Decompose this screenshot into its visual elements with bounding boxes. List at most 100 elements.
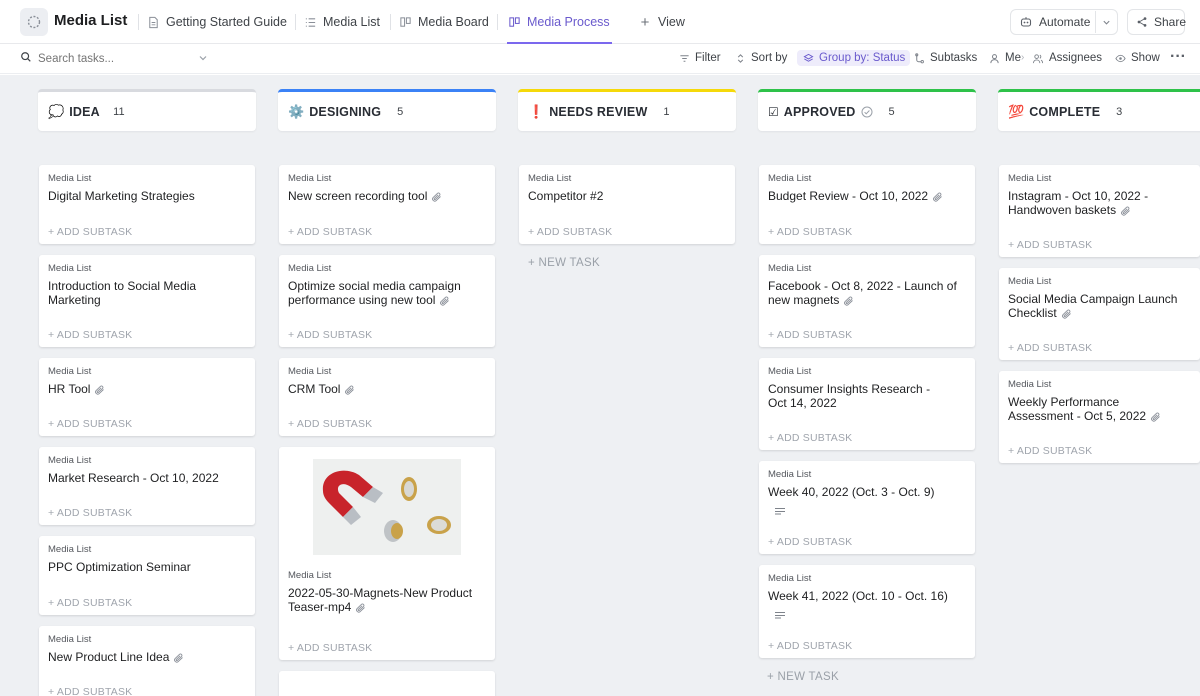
column-header-idea[interactable]: 💭 IDEA 11 <box>38 89 256 131</box>
task-card[interactable]: Media List Market Research - Oct 10, 202… <box>39 447 255 525</box>
task-card[interactable]: Media List Week 41, 2022 (Oct. 10 - Oct.… <box>759 565 975 658</box>
task-card[interactable]: Media List Digital Marketing Strategies … <box>39 165 255 244</box>
task-card[interactable]: Media List CRM Tool + ADD SUBTASK <box>279 358 495 436</box>
search-input[interactable] <box>38 52 188 65</box>
task-card[interactable]: Media List Social Media Campaign Launch … <box>999 268 1200 360</box>
card-list-label: Media List <box>288 366 332 377</box>
card-title-text: Optimize social media campaign performan… <box>288 279 461 307</box>
search-box[interactable] <box>20 51 208 66</box>
task-card[interactable]: Media List Budget Review - Oct 10, 2022 … <box>759 165 975 244</box>
workspace-icon[interactable] <box>20 8 48 36</box>
share-label: Share <box>1154 15 1187 29</box>
assignees-button[interactable]: Assignees <box>1032 52 1102 64</box>
column-name: COMPLETE <box>1029 104 1101 119</box>
add-subtask-button[interactable]: + ADD SUBTASK <box>1008 239 1092 251</box>
add-subtask-button[interactable]: + ADD SUBTASK <box>768 329 852 341</box>
filter-label: Filter <box>695 52 721 64</box>
card-title-text: New screen recording tool <box>288 189 428 203</box>
add-subtask-button[interactable]: + ADD SUBTASK <box>48 329 132 341</box>
add-subtask-button[interactable]: + ADD SUBTASK <box>528 226 612 238</box>
add-subtask-button[interactable]: + ADD SUBTASK <box>768 536 852 548</box>
attachment-icon <box>432 192 442 202</box>
add-subtask-button[interactable]: + ADD SUBTASK <box>48 507 132 519</box>
new-task-button[interactable]: + NEW TASK <box>528 257 600 269</box>
task-card[interactable]: Media List New screen recording tool + A… <box>279 165 495 244</box>
task-card[interactable]: Media List New Product Line Idea + ADD S… <box>39 626 255 696</box>
sort-label: Sort by <box>751 52 788 64</box>
card-list-label: Media List <box>288 570 332 581</box>
card-title: Optimize social media campaign performan… <box>288 279 486 307</box>
add-subtask-button[interactable]: + ADD SUBTASK <box>768 640 852 652</box>
add-view-button[interactable]: + View <box>638 0 685 44</box>
add-subtask-button[interactable]: + ADD SUBTASK <box>48 226 132 238</box>
add-subtask-button[interactable]: + ADD SUBTASK <box>288 226 372 238</box>
chevron-down-icon[interactable] <box>1095 11 1111 33</box>
toolbar: Filter Sort by Group by: Status Subtasks… <box>0 44 1200 74</box>
column-header-approved[interactable]: ☑ APPROVED 5 <box>758 89 976 131</box>
show-label: Show <box>1131 52 1160 64</box>
tab-media-list[interactable]: Media List <box>303 0 380 44</box>
task-card[interactable]: Media List Competitor #2 + ADD SUBTASK <box>519 165 735 244</box>
add-subtask-button[interactable]: + ADD SUBTASK <box>48 686 132 696</box>
me-button[interactable]: Me <box>988 52 1021 64</box>
column-count: 1 <box>663 105 670 118</box>
attachment-icon <box>174 653 184 663</box>
subtasks-button[interactable]: Subtasks <box>913 52 977 64</box>
exclamation-icon: ❗ <box>528 103 545 119</box>
tab-getting-started-guide[interactable]: Getting Started Guide <box>146 0 287 44</box>
automate-button[interactable]: Automate <box>1010 9 1118 35</box>
doc-icon <box>146 15 160 29</box>
task-card[interactable]: Media List Facebook - Oct 8, 2022 - Laun… <box>759 255 975 347</box>
add-subtask-button[interactable]: + ADD SUBTASK <box>1008 445 1092 457</box>
task-card[interactable]: Media List Optimize social media campaig… <box>279 255 495 347</box>
tab-media-board[interactable]: Media Board <box>398 0 489 44</box>
card-title-text: 2022-05-30-Magnets-New Product Teaser-mp… <box>288 586 473 614</box>
card-title: Budget Review - Oct 10, 2022 <box>768 189 966 203</box>
card-list-label: Media List <box>48 634 92 645</box>
card-list-label: Media List <box>48 366 92 377</box>
task-card[interactable] <box>279 671 495 696</box>
filter-button[interactable]: Filter <box>678 52 721 64</box>
sort-button[interactable]: Sort by <box>734 52 787 64</box>
share-button[interactable]: Share <box>1127 9 1187 35</box>
more-options-icon[interactable]: ··· <box>1170 48 1186 66</box>
tab-media-process[interactable]: Media Process <box>507 0 612 44</box>
task-card[interactable]: Media List Weekly Performance Assessment… <box>999 371 1200 463</box>
add-subtask-button[interactable]: + ADD SUBTASK <box>288 329 372 341</box>
task-card[interactable]: Media List Consumer Insights Research - … <box>759 358 975 450</box>
card-title-text: New Product Line Idea <box>48 650 170 664</box>
task-card[interactable]: Media List HR Tool + ADD SUBTASK <box>39 358 255 436</box>
add-subtask-button[interactable]: + ADD SUBTASK <box>48 418 132 430</box>
add-subtask-button[interactable]: + ADD SUBTASK <box>1008 342 1092 354</box>
chevron-down-icon[interactable] <box>198 52 208 66</box>
magnet-coins-image[interactable] <box>313 459 461 555</box>
automate-label: Automate <box>1039 15 1091 29</box>
attachment-icon <box>345 385 355 395</box>
card-title: Facebook - Oct 8, 2022 - Launch of new m… <box>768 279 966 307</box>
show-button[interactable]: Show <box>1114 52 1160 64</box>
attachment-icon <box>1121 206 1130 216</box>
attachment-icon <box>440 296 450 306</box>
task-card[interactable]: Media List PPC Optimization Seminar + AD… <box>39 536 255 615</box>
card-title-text: Facebook - Oct 8, 2022 - Launch of new m… <box>768 279 957 307</box>
add-subtask-button[interactable]: + ADD SUBTASK <box>768 226 852 238</box>
add-subtask-button[interactable]: + ADD SUBTASK <box>48 597 132 609</box>
add-subtask-button[interactable]: + ADD SUBTASK <box>288 418 372 430</box>
task-card[interactable]: Media List Instagram - Oct 10, 2022 - Ha… <box>999 165 1200 257</box>
card-list-label: Media List <box>768 469 812 480</box>
column-header-needs-review[interactable]: ❗ NEEDS REVIEW 1 <box>518 89 736 131</box>
add-subtask-button[interactable]: + ADD SUBTASK <box>288 642 372 654</box>
column-header-complete[interactable]: 💯 COMPLETE 3 <box>998 89 1200 131</box>
new-task-button[interactable]: + NEW TASK <box>767 671 839 683</box>
task-card[interactable]: Media List 2022-05-30-Magnets-New Produc… <box>279 447 495 660</box>
card-title: CRM Tool <box>288 382 486 396</box>
add-subtask-button[interactable]: + ADD SUBTASK <box>768 432 852 444</box>
tab-separator <box>138 14 139 30</box>
task-card[interactable]: Media List Introduction to Social Media … <box>39 255 255 347</box>
task-card[interactable]: Media List Week 40, 2022 (Oct. 3 - Oct. … <box>759 461 975 554</box>
group-by-button[interactable]: Group by: Status <box>797 50 911 66</box>
card-title: Instagram - Oct 10, 2022 - Handwoven bas… <box>1008 189 1191 217</box>
column-header-designing[interactable]: ⚙️ DESIGNING 5 <box>278 89 496 131</box>
card-list-label: Media List <box>1008 276 1052 287</box>
card-list-label: Media List <box>288 263 332 274</box>
